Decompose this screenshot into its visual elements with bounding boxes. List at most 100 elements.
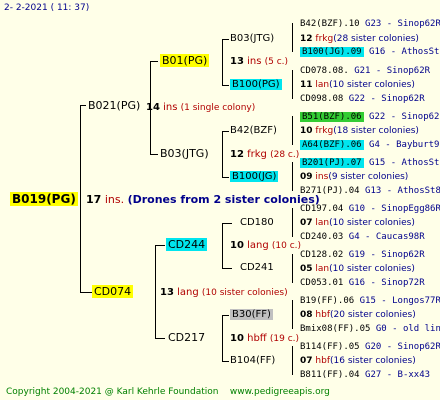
gen4-place: G22 - Sinop62R bbox=[369, 112, 440, 122]
gen2-node-1[interactable]: B01(PG) bbox=[160, 54, 210, 67]
tree-line bbox=[222, 315, 223, 362]
gen3-mating-7: 08 hbf(20 sister colonies) bbox=[300, 309, 416, 321]
gen2-note-3: (10 c.) bbox=[271, 241, 302, 251]
gen3-note-7: (20 sister colonies) bbox=[330, 310, 416, 320]
gen4-row-4[interactable]: CD098.08 G22 - Sinop62R bbox=[300, 93, 425, 105]
tree-line bbox=[222, 268, 232, 269]
gen4-place: G15 - Longos77R bbox=[359, 296, 440, 306]
gen2-num-2: 12 bbox=[230, 149, 244, 160]
gen3-mating-1: 12 frkg(28 sister colonies) bbox=[300, 33, 419, 45]
gen1-ins-1: ins bbox=[163, 102, 178, 113]
gen3-node-1[interactable]: B03(JTG) bbox=[230, 33, 274, 45]
gen3-ins-4: ins bbox=[315, 172, 329, 182]
gen3-num-2: 11 bbox=[300, 80, 313, 90]
gen3-ins-1: frkg bbox=[315, 34, 334, 44]
gen4-row-12[interactable]: CD053.01 G16 - Sinop72R bbox=[300, 277, 425, 289]
gen1-id-2: CD074 bbox=[92, 285, 134, 298]
gen2-ins-2: frkg bbox=[247, 149, 267, 160]
gen1-node-1[interactable]: B021(PG) bbox=[88, 100, 140, 112]
tree-line bbox=[150, 61, 158, 62]
gen2-num-3: 10 bbox=[230, 240, 244, 251]
gen4-place: G21 - Sinop62R bbox=[354, 66, 431, 76]
gen3-ins-7: hbf bbox=[315, 310, 330, 320]
gen3-node-3[interactable]: B42(BZF) bbox=[230, 125, 277, 137]
gen2-node-3[interactable]: CD244 bbox=[166, 238, 208, 251]
footer: Copyright 2004-2021 @ Karl Kehrle Founda… bbox=[6, 386, 330, 398]
gen3-node-8[interactable]: B104(FF) bbox=[230, 355, 275, 367]
gen4-row-10[interactable]: CD240.03 G4 - Caucas98R bbox=[300, 231, 425, 243]
root-note: (Drones from 2 sister colonies) bbox=[127, 193, 320, 206]
gen3-node-5[interactable]: CD180 bbox=[240, 217, 274, 229]
pedigree-chart: 2- 2-2021 ( 11: 37) B019(PG) 17 ins. (Dr… bbox=[0, 0, 440, 400]
gen2-node-2[interactable]: B03(JTG) bbox=[160, 148, 209, 160]
gen4-row-14[interactable]: Bmix08(FF).05 G0 - old lines B bbox=[300, 323, 440, 335]
gen3-mating-5: 07 lan(10 sister colonies) bbox=[300, 217, 415, 229]
gen3-mating-8: 07 hbf(16 sister colonies) bbox=[300, 355, 416, 367]
tree-line bbox=[222, 223, 223, 269]
gen4-place: G15 - AthosSt80R bbox=[369, 158, 440, 168]
gen3-note-8: (16 sister colonies) bbox=[330, 356, 416, 366]
tree-line bbox=[150, 154, 158, 155]
tree-line bbox=[222, 361, 229, 362]
tree-line bbox=[80, 105, 86, 106]
gen3-node-4[interactable]: B100(JG) bbox=[230, 171, 279, 183]
gen4-place: G0 - old lines B bbox=[375, 324, 440, 334]
root-ins: ins. bbox=[104, 193, 125, 206]
gen4-row-6[interactable]: A64(BZF).06 G4 - Bayburt98-3 bbox=[300, 139, 440, 151]
gen4-place: G13 - AthosSt80R bbox=[365, 186, 440, 196]
gen3-id-4: B100(JG) bbox=[230, 171, 279, 182]
gen4-row-16[interactable]: B811(FF).04 G27 - B-xx43 bbox=[300, 369, 430, 381]
gen2-node-4[interactable]: CD217 bbox=[168, 332, 205, 344]
gen4-row-8[interactable]: B271(PJ).04 G13 - AthosSt80R bbox=[300, 185, 440, 197]
gen4-place: G4 - Bayburt98-3 bbox=[369, 140, 440, 150]
gen4-row-1[interactable]: B42(BZF).10 G23 - Sinop62R bbox=[300, 18, 440, 30]
gen3-mating-6: 05 lan(10 sister colonies) bbox=[300, 263, 415, 275]
gen4-row-2[interactable]: B100(JG).09 G16 - AthosSt80R bbox=[300, 46, 440, 58]
gen4-id: CD240.03 bbox=[300, 232, 344, 242]
gen1-mating-1: 14 ins (1 single colony) bbox=[146, 102, 255, 114]
gen4-row-7[interactable]: B201(PJ).07 G15 - AthosSt80R bbox=[300, 157, 440, 169]
gen2-ins-4: hbff bbox=[247, 333, 267, 344]
tree-line bbox=[155, 245, 165, 246]
gen4-id: Bmix08(FF).05 bbox=[300, 324, 371, 334]
gen3-ins-6: lan bbox=[315, 264, 330, 274]
site-link[interactable]: www.pedigreeapis.org bbox=[230, 387, 330, 397]
gen1-num-1: 14 bbox=[146, 102, 160, 113]
gen3-id-2: B100(PG) bbox=[230, 79, 282, 90]
gen4-id: B201(PJ).07 bbox=[300, 158, 364, 168]
gen1-node-2[interactable]: CD074 bbox=[92, 285, 134, 298]
tree-line bbox=[292, 254, 293, 283]
date-stamp: 2- 2-2021 ( 11: 37) bbox=[4, 3, 90, 13]
tree-line bbox=[222, 223, 232, 224]
gen4-id: B19(FF).06 bbox=[300, 296, 355, 306]
gen4-row-15[interactable]: B114(FF).05 G20 - Sinop62R bbox=[300, 341, 440, 353]
gen4-row-9[interactable]: CD197.04 G10 - SinopEgg86R bbox=[300, 203, 440, 215]
gen4-id: A64(BZF).06 bbox=[300, 140, 364, 150]
gen3-note-5: (10 sister colonies) bbox=[329, 218, 415, 228]
tree-line bbox=[80, 292, 92, 293]
gen4-row-11[interactable]: CD128.02 G19 - Sinop62R bbox=[300, 249, 425, 261]
root-num: 17 bbox=[86, 193, 102, 206]
tree-line bbox=[292, 346, 293, 375]
gen2-mating-4: 10 hbff (19 c.) bbox=[230, 333, 299, 345]
gen4-row-5[interactable]: B51(BZF).06 G22 - Sinop62R bbox=[300, 111, 440, 123]
tree-line bbox=[222, 131, 229, 132]
tree-line bbox=[222, 39, 229, 40]
gen3-node-2[interactable]: B100(PG) bbox=[230, 79, 282, 91]
root-queen[interactable]: B019(PG) bbox=[10, 192, 78, 206]
gen3-node-7[interactable]: B30(FF) bbox=[230, 309, 273, 321]
gen3-note-6: (10 sister colonies) bbox=[329, 264, 415, 274]
gen4-id: B114(FF).05 bbox=[300, 342, 360, 352]
gen1-ins-2: lang bbox=[177, 287, 199, 298]
gen3-ins-5: lan bbox=[315, 218, 330, 228]
gen4-place: G20 - Sinop62R bbox=[365, 342, 440, 352]
gen2-mating-2: 12 frkg (28 c.) bbox=[230, 149, 299, 161]
gen2-num-1: 13 bbox=[230, 56, 244, 67]
gen3-num-1: 12 bbox=[300, 34, 313, 44]
gen3-node-6[interactable]: CD241 bbox=[240, 262, 274, 274]
gen4-place: G22 - Sinop62R bbox=[348, 94, 425, 104]
gen3-note-1: (28 sister colonies) bbox=[333, 34, 419, 44]
gen4-row-13[interactable]: B19(FF).06 G15 - Longos77R bbox=[300, 295, 440, 307]
gen4-row-3[interactable]: CD078.08. G21 - Sinop62R bbox=[300, 65, 430, 77]
gen1-note-2: (10 sister colonies) bbox=[201, 288, 288, 298]
